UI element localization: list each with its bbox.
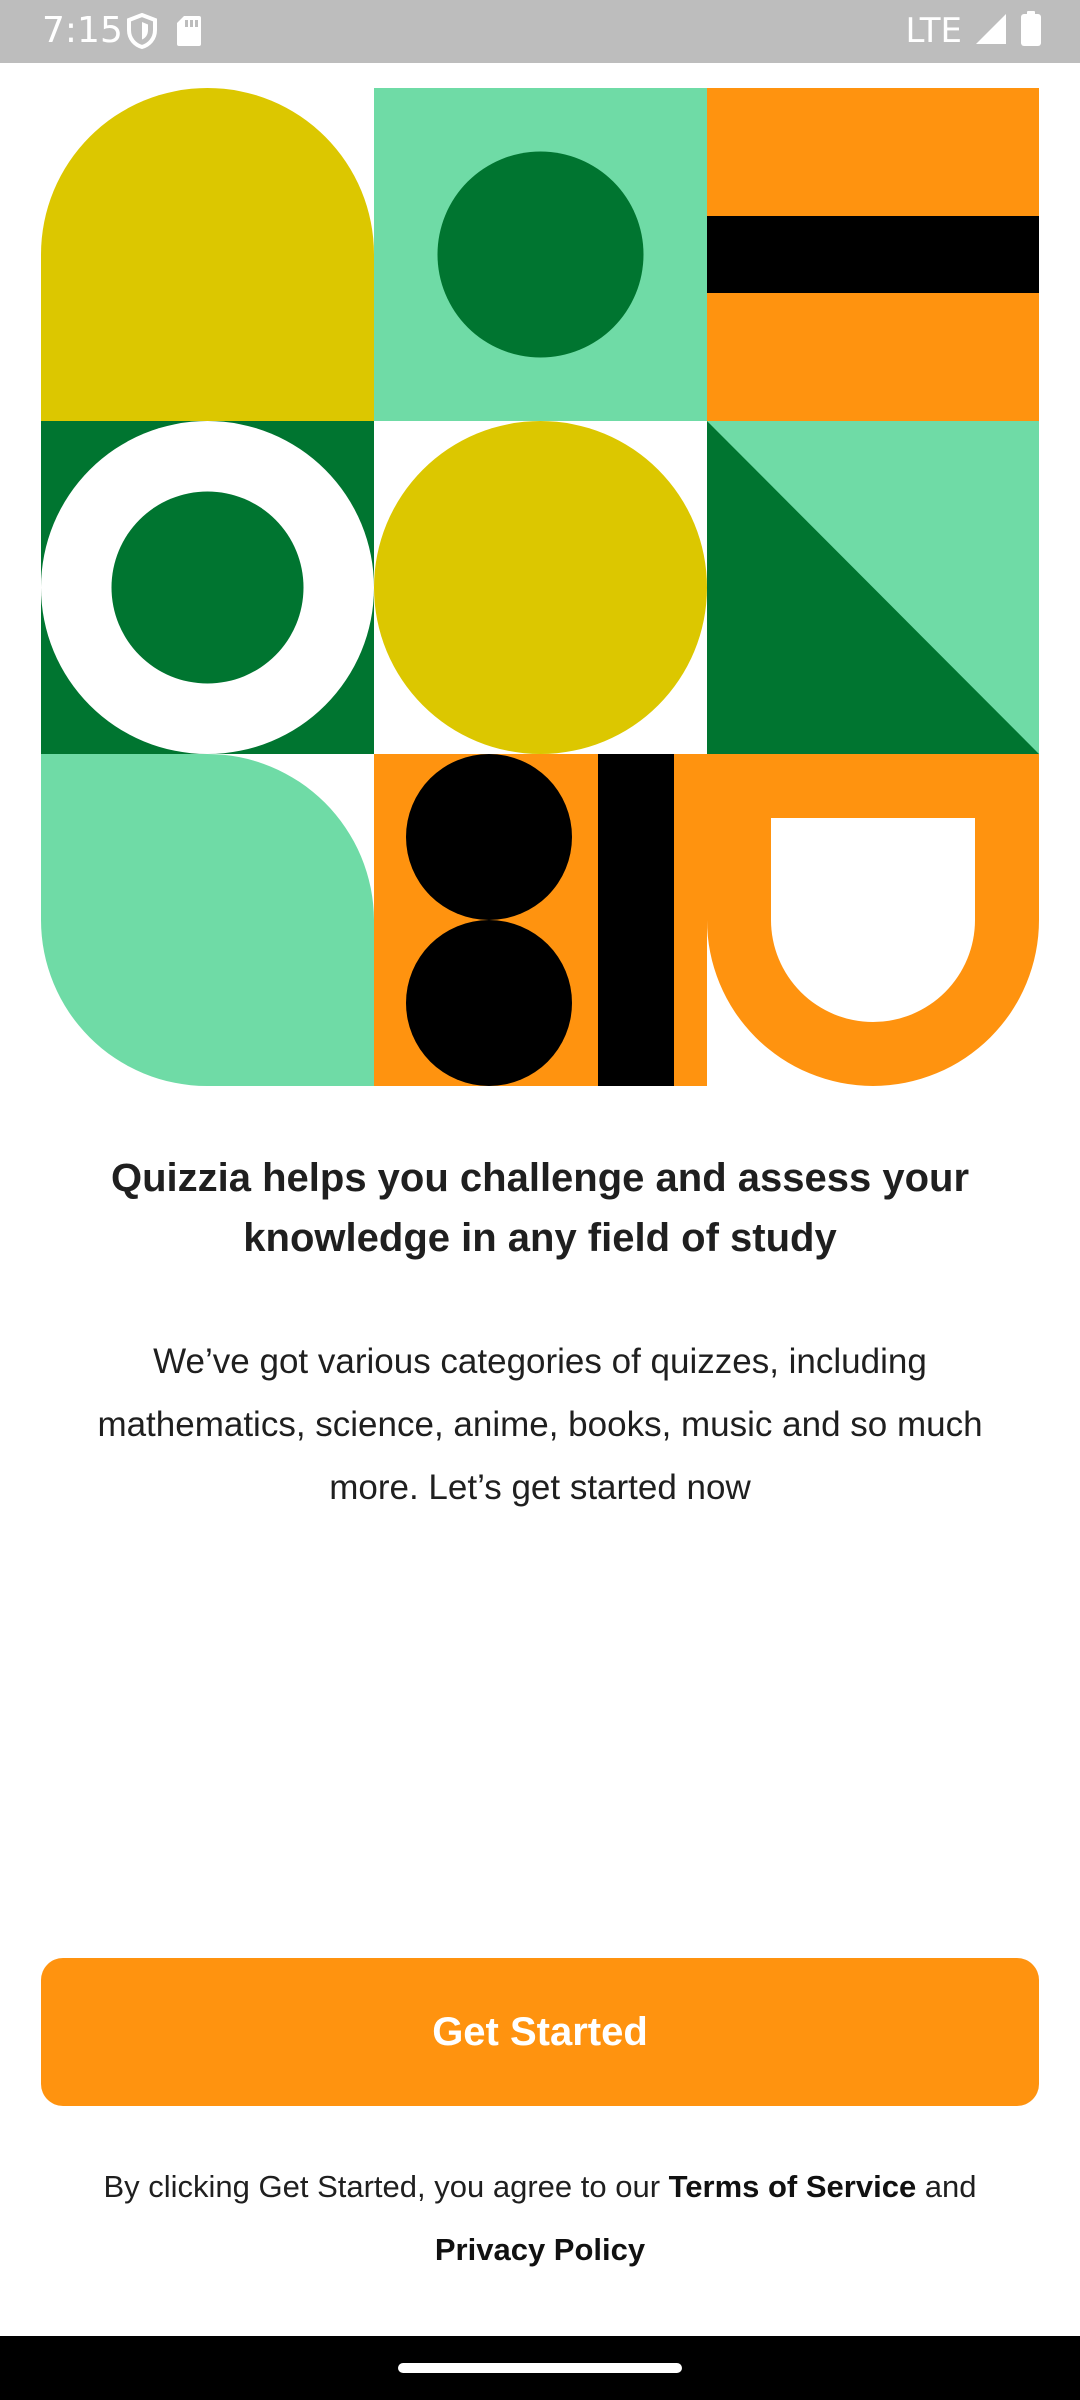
orange-stripe-tile bbox=[707, 88, 1039, 421]
privacy-policy-link[interactable]: Privacy Policy bbox=[435, 2232, 645, 2267]
diagonal-tile bbox=[707, 421, 1039, 754]
terms-of-service-link[interactable]: Terms of Service bbox=[669, 2169, 917, 2204]
home-indicator[interactable] bbox=[398, 2363, 682, 2373]
onboarding-description: We’ve got various categories of quizzes,… bbox=[97, 1342, 983, 1507]
status-bar: 7:15 LTE bbox=[0, 0, 1080, 63]
black-circles-tile bbox=[374, 754, 707, 1086]
yellow-arch-tile bbox=[41, 88, 374, 421]
sd-card-icon bbox=[176, 15, 202, 52]
battery-icon bbox=[1020, 10, 1042, 52]
navigation-bar bbox=[0, 2336, 1080, 2400]
status-right: LTE bbox=[905, 9, 1042, 53]
legal-conjunction: and bbox=[916, 2169, 977, 2204]
yellow-circle-tile bbox=[374, 421, 707, 754]
get-started-button[interactable]: Get Started bbox=[41, 1958, 1039, 2106]
onboarding-illustration bbox=[41, 88, 1039, 1086]
signal-icon bbox=[974, 12, 1008, 51]
status-left-icons bbox=[126, 12, 202, 54]
shield-icon bbox=[126, 12, 158, 54]
network-type: LTE bbox=[905, 11, 962, 51]
orange-u-tile bbox=[707, 754, 1039, 1086]
ring-tile bbox=[41, 421, 374, 754]
onboarding-headline: Quizzia helps you challenge and assess y… bbox=[110, 1156, 970, 1260]
green-dot-tile bbox=[374, 88, 707, 421]
legal-prefix: By clicking Get Started, you agree to ou… bbox=[103, 2169, 669, 2204]
legal-notice: By clicking Get Started, you agree to ou… bbox=[60, 2155, 1020, 2281]
mint-quarter-tile bbox=[41, 754, 374, 1086]
status-time: 7:15 bbox=[42, 10, 123, 51]
